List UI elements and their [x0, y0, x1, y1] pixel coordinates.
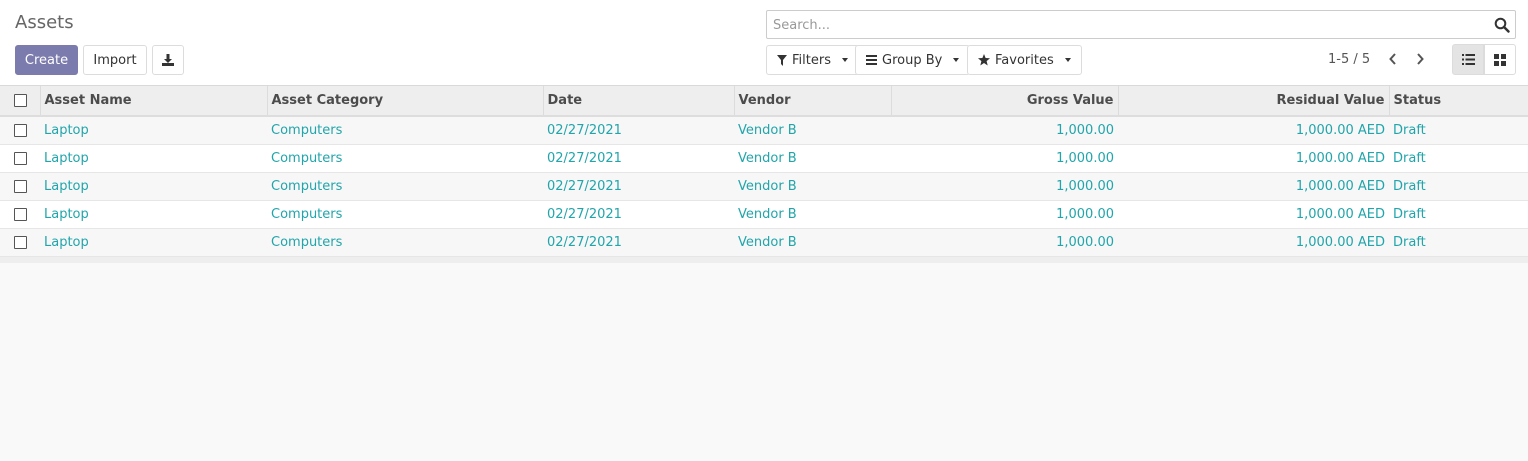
header-vendor[interactable]: Vendor [733, 86, 891, 116]
assets-table: Asset Name Asset Category Date Vendor Gr… [0, 86, 1528, 263]
cell-gross-value[interactable]: 1,000.00 [891, 144, 1118, 172]
row-checkbox[interactable] [14, 235, 27, 249]
table-row[interactable]: Laptop Computers 02/27/2021 Vendor B 1,0… [0, 172, 1528, 200]
header-status[interactable]: Status [1388, 86, 1528, 116]
list-icon [1461, 54, 1475, 65]
filters-label: Filters [792, 52, 831, 68]
header-residual-value[interactable]: Residual Value [1117, 86, 1389, 116]
favorites-button[interactable]: Favorites [967, 45, 1082, 75]
star-icon [978, 54, 990, 66]
cell-vendor[interactable]: Vendor B [734, 144, 891, 172]
cell-vendor[interactable]: Vendor B [734, 200, 891, 228]
pager-previous-button[interactable] [1385, 50, 1401, 68]
cell-asset-category[interactable]: Computers [267, 200, 543, 228]
chevron-down-icon [1064, 58, 1071, 62]
select-all-checkbox[interactable] [14, 94, 27, 107]
row-checkbox[interactable] [14, 179, 27, 193]
cell-residual-value[interactable]: 1,000.00 AED [1118, 200, 1389, 228]
header-date[interactable]: Date [542, 86, 734, 116]
cell-asset-category[interactable]: Computers [267, 144, 543, 172]
cell-gross-value[interactable]: 1,000.00 [891, 200, 1118, 228]
cell-date[interactable]: 02/27/2021 [543, 172, 734, 200]
cell-residual-value[interactable]: 1,000.00 AED [1118, 172, 1389, 200]
filter-icon [777, 54, 787, 66]
header-asset-category[interactable]: Asset Category [266, 86, 543, 116]
bars-icon [866, 55, 877, 65]
select-all-header [0, 86, 40, 116]
cell-vendor[interactable]: Vendor B [734, 172, 891, 200]
group-by-label: Group By [882, 52, 943, 68]
cell-asset-category[interactable]: Computers [267, 228, 543, 256]
table-header-row: Asset Name Asset Category Date Vendor Gr… [0, 86, 1528, 116]
download-icon [162, 54, 174, 66]
search-input[interactable] [773, 15, 1483, 35]
cell-status[interactable]: Draft [1389, 200, 1528, 228]
cell-vendor[interactable]: Vendor B [734, 228, 891, 256]
pager-value[interactable]: 1-5 / 5 [1328, 52, 1370, 67]
search-box [766, 10, 1516, 39]
chevron-down-icon [841, 58, 848, 62]
page-title: Assets [15, 12, 74, 33]
chevron-down-icon [953, 58, 960, 62]
cell-date[interactable]: 02/27/2021 [543, 228, 734, 256]
favorites-label: Favorites [995, 52, 1054, 68]
row-checkbox[interactable] [14, 151, 27, 165]
cell-status[interactable]: Draft [1389, 116, 1528, 144]
kanban-icon [1494, 53, 1506, 66]
cell-status[interactable]: Draft [1389, 172, 1528, 200]
list-view-button[interactable] [1452, 44, 1484, 75]
kanban-view-button[interactable] [1484, 44, 1516, 75]
cell-residual-value[interactable]: 1,000.00 AED [1118, 116, 1389, 144]
table-row[interactable]: Laptop Computers 02/27/2021 Vendor B 1,0… [0, 144, 1528, 172]
cell-residual-value[interactable]: 1,000.00 AED [1118, 228, 1389, 256]
cell-asset-name[interactable]: Laptop [40, 116, 267, 144]
header-gross-value[interactable]: Gross Value [890, 86, 1118, 116]
cell-asset-name[interactable]: Laptop [40, 228, 267, 256]
cell-asset-name[interactable]: Laptop [40, 200, 267, 228]
cell-gross-value[interactable]: 1,000.00 [891, 228, 1118, 256]
cell-residual-value[interactable]: 1,000.00 AED [1118, 144, 1389, 172]
cell-date[interactable]: 02/27/2021 [543, 144, 734, 172]
chevron-right-icon [1417, 53, 1424, 65]
filters-button[interactable]: Filters [766, 45, 859, 75]
table-row[interactable]: Laptop Computers 02/27/2021 Vendor B 1,0… [0, 116, 1528, 144]
cell-gross-value[interactable]: 1,000.00 [891, 116, 1118, 144]
chevron-left-icon [1389, 53, 1396, 65]
pager-next-button[interactable] [1412, 50, 1428, 68]
cell-asset-name[interactable]: Laptop [40, 144, 267, 172]
download-button[interactable] [152, 45, 184, 75]
header-asset-name[interactable]: Asset Name [39, 86, 267, 116]
cell-gross-value[interactable]: 1,000.00 [891, 172, 1118, 200]
cell-date[interactable]: 02/27/2021 [543, 200, 734, 228]
cell-status[interactable]: Draft [1389, 228, 1528, 256]
search-icon[interactable] [1494, 17, 1510, 33]
group-by-button[interactable]: Group By [855, 45, 971, 75]
row-checkbox[interactable] [14, 207, 27, 221]
create-button[interactable]: Create [15, 45, 78, 75]
row-checkbox[interactable] [14, 123, 27, 137]
cell-asset-name[interactable]: Laptop [40, 172, 267, 200]
cell-asset-category[interactable]: Computers [267, 116, 543, 144]
table-footer [0, 256, 1528, 263]
cell-vendor[interactable]: Vendor B [734, 116, 891, 144]
control-panel: Assets Create Import Filters Group By Fa… [0, 0, 1528, 86]
import-button[interactable]: Import [83, 45, 147, 75]
table-row[interactable]: Laptop Computers 02/27/2021 Vendor B 1,0… [0, 200, 1528, 228]
table-row[interactable]: Laptop Computers 02/27/2021 Vendor B 1,0… [0, 228, 1528, 256]
cell-asset-category[interactable]: Computers [267, 172, 543, 200]
cell-status[interactable]: Draft [1389, 144, 1528, 172]
cell-date[interactable]: 02/27/2021 [543, 116, 734, 144]
